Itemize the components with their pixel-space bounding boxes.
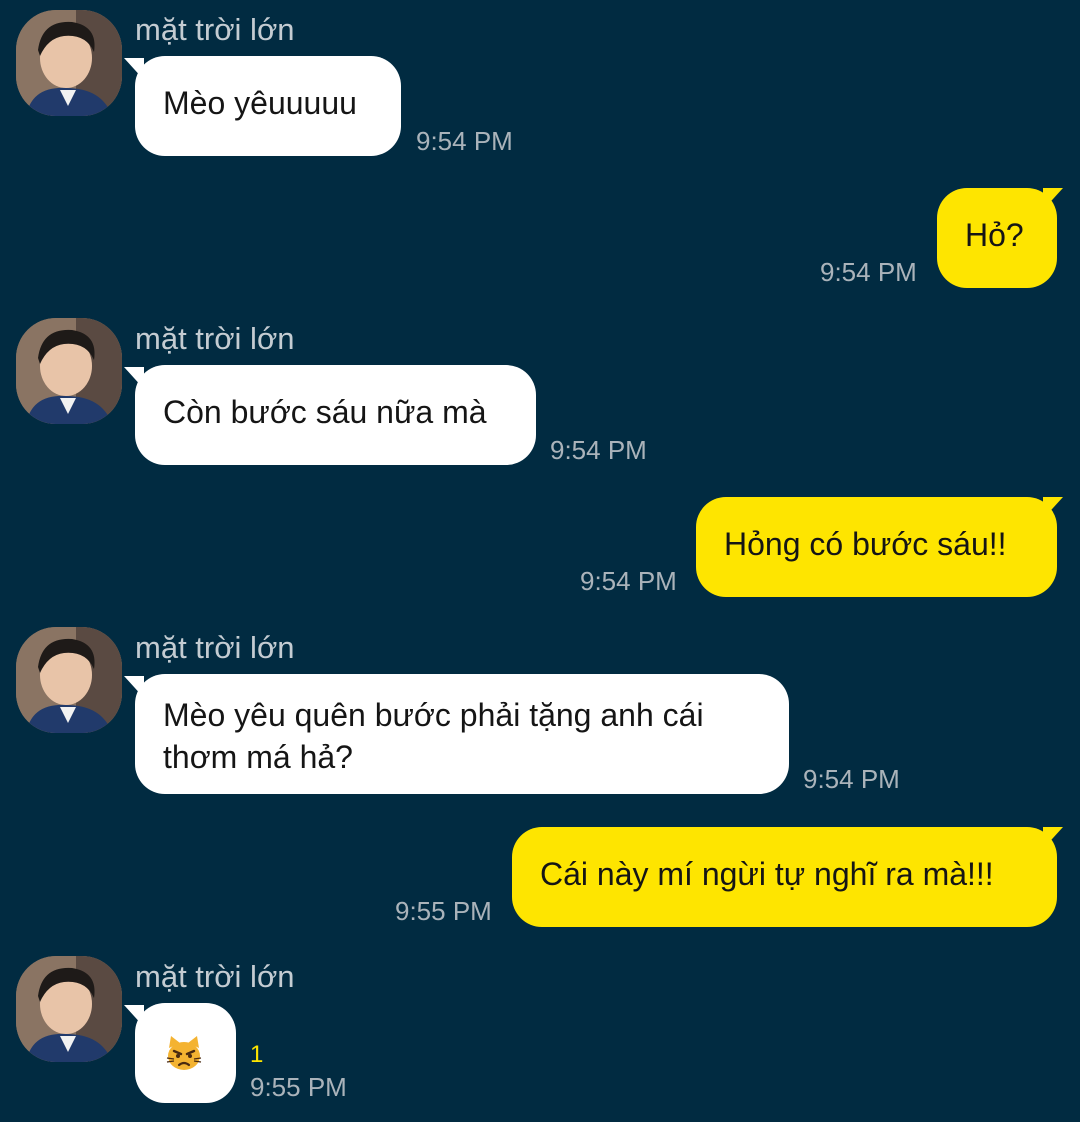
incoming-message-bubble[interactable]: Mèo yêuuuuu xyxy=(135,56,401,156)
incoming-message-bubble[interactable]: Mèo yêu quên bước phải tặng anh cái thơm… xyxy=(135,674,789,794)
incoming-message-bubble[interactable]: Còn bước sáu nữa mà xyxy=(135,365,536,465)
chat-view: mặt trời lớn Mèo yêuuuuu 9:54 PM Hỏ? 9:5… xyxy=(0,0,1080,1122)
sender-name: mặt trời lớn xyxy=(135,12,295,47)
message-time: 9:54 PM xyxy=(416,126,513,156)
avatar[interactable] xyxy=(16,318,122,424)
message-time: 9:54 PM xyxy=(803,764,900,794)
outgoing-message-bubble[interactable]: Cái này mí ngừi tự nghĩ ra mà!!! xyxy=(512,827,1057,927)
message-text-line: thơm má hả? xyxy=(163,739,353,775)
avatar-photo xyxy=(16,318,122,424)
pouting-cat-icon xyxy=(166,1036,202,1070)
avatar[interactable] xyxy=(16,10,122,116)
message-text: Hỏ? xyxy=(965,217,1024,253)
message-time: 9:54 PM xyxy=(820,257,917,287)
sender-name: mặt trời lớn xyxy=(135,959,295,994)
message-time: 9:55 PM xyxy=(250,1072,347,1102)
message-text: Cái này mí ngừi tự nghĩ ra mà!!! xyxy=(540,856,994,892)
message-text-line: Mèo yêu quên bước phải tặng anh cái xyxy=(163,697,704,733)
sender-name: mặt trời lớn xyxy=(135,321,295,356)
message-time: 9:54 PM xyxy=(550,435,647,465)
message-time: 9:54 PM xyxy=(580,566,677,596)
message-time: 9:55 PM xyxy=(395,896,492,926)
avatar[interactable] xyxy=(16,627,122,733)
avatar-photo xyxy=(16,10,122,116)
message-text: Hỏng có bước sáu!! xyxy=(724,526,1007,562)
avatar-photo xyxy=(16,956,122,1062)
outgoing-message-bubble[interactable]: Hỏng có bước sáu!! xyxy=(696,497,1057,597)
avatar-photo xyxy=(16,627,122,733)
avatar[interactable] xyxy=(16,956,122,1062)
message-text: Mèo yêuuuuu xyxy=(163,85,357,121)
outgoing-message-bubble[interactable]: Hỏ? xyxy=(937,188,1057,288)
unread-count-badge: 1 xyxy=(250,1041,264,1068)
message-text: Còn bước sáu nữa mà xyxy=(163,394,487,430)
sender-name: mặt trời lớn xyxy=(135,630,295,665)
